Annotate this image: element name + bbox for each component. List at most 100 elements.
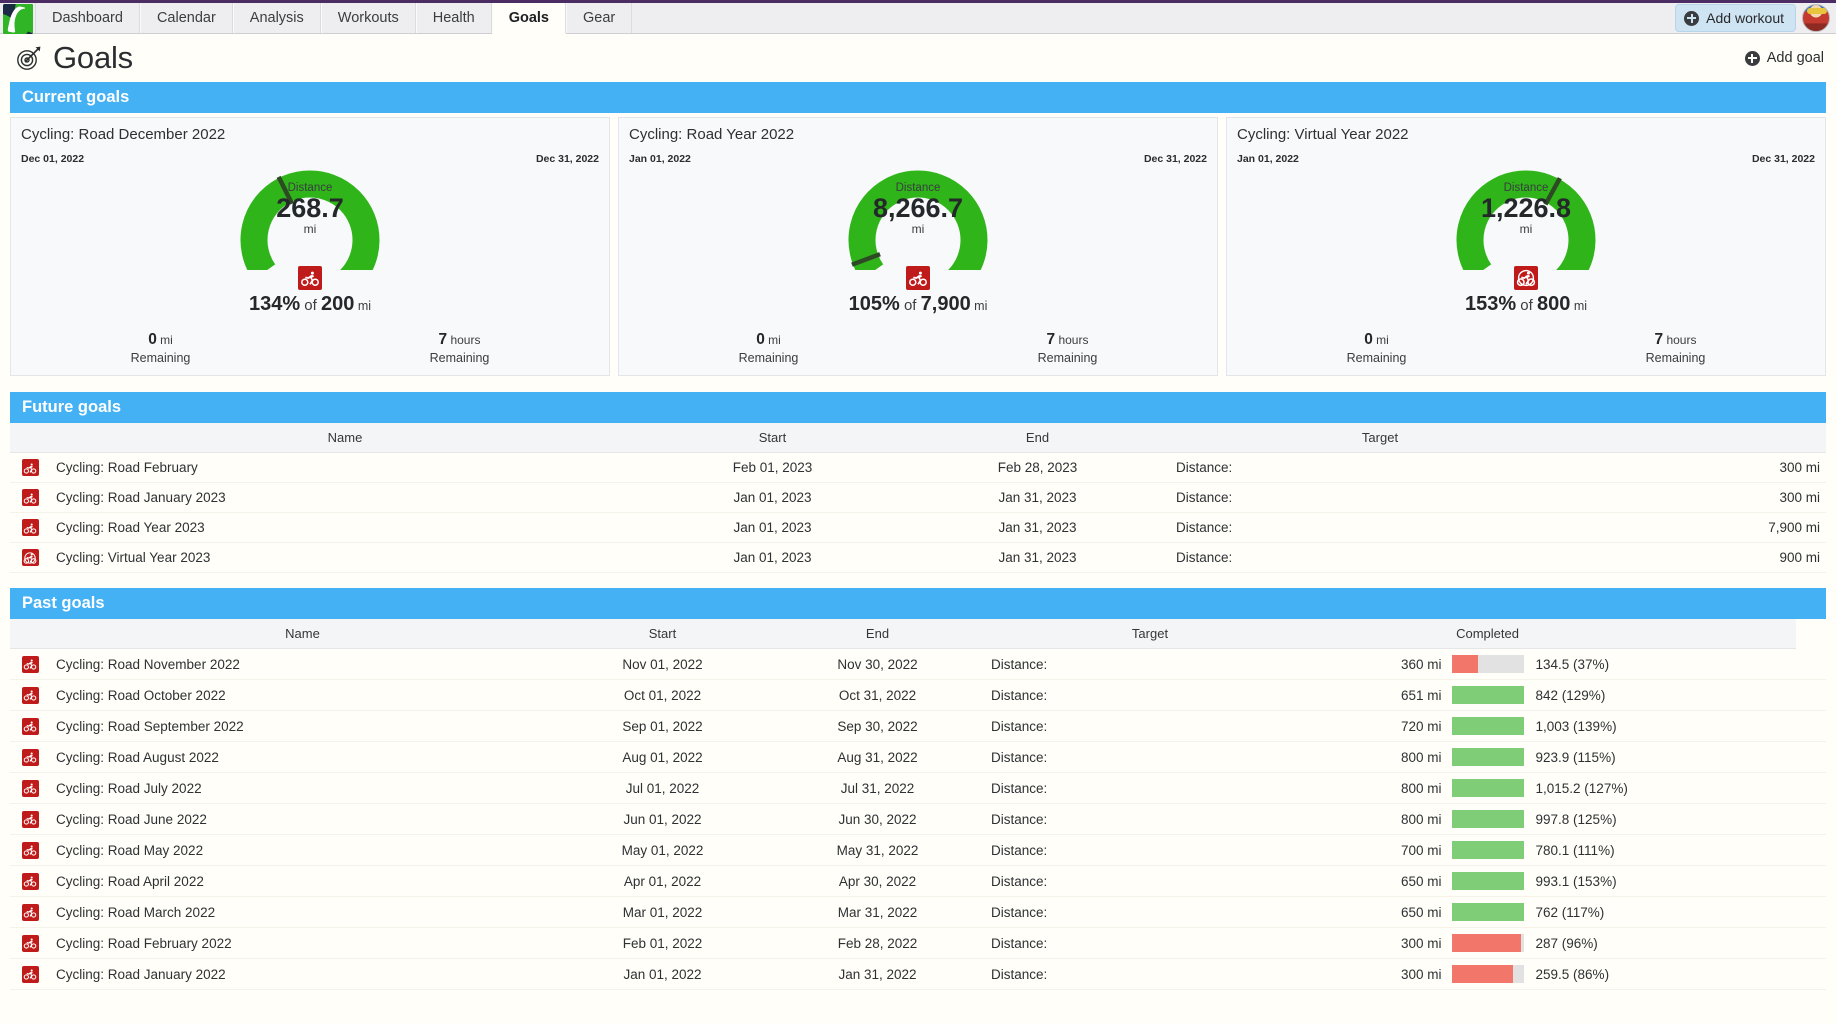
cycling-road-icon <box>21 934 39 952</box>
table-row[interactable]: Cycling: Road Year 2023 Jan 01, 2023 Jan 3… <box>10 512 1826 543</box>
table-row[interactable]: Cycling: Road June 2022 Jun 01, 2022 Jun 3… <box>10 803 1826 835</box>
tab-health[interactable]: Health <box>415 3 492 33</box>
goal-target-value: 300 mi <box>1315 958 1448 990</box>
tab-workouts[interactable]: Workouts <box>320 3 416 33</box>
current-goal-card[interactable]: Cycling: Virtual Year 2022 Jan 01, 2022 De… <box>1226 117 1826 376</box>
table-row[interactable]: Cycling: Virtual Year 2023 Jan 01, 2023 Ja… <box>10 542 1826 573</box>
row-spacer <box>1795 772 1826 804</box>
completion-result: 923.9 (115%) <box>1527 741 1796 773</box>
goal-target-value: 360 mi <box>1315 648 1448 680</box>
goal-target-value: 800 mi <box>1315 803 1448 835</box>
tab-analysis[interactable]: Analysis <box>232 3 321 33</box>
avatar[interactable] <box>1802 4 1830 32</box>
goal-end: Jan 31, 2023 <box>905 512 1170 543</box>
table-row[interactable]: Cycling: Road February Feb 01, 2023 Feb 28… <box>10 452 1826 483</box>
row-spacer <box>1795 710 1826 742</box>
goal-start: Mar 01, 2022 <box>555 896 770 928</box>
tab-label: Analysis <box>249 10 304 26</box>
add-workout-label: Add workout <box>1706 10 1784 26</box>
completion-progress-bar <box>1451 872 1524 890</box>
table-row[interactable]: Cycling: Road November 2022 Nov 01, 2022 N… <box>10 648 1826 680</box>
goal-start: Apr 01, 2022 <box>555 865 770 897</box>
goal-target-label: Distance: <box>1170 482 1590 513</box>
goal-name: Cycling: Road April 2022 <box>50 865 555 897</box>
top-navigation-bar: Dashboard Calendar Analysis Workouts Health G… <box>0 0 1836 34</box>
app-logo[interactable] <box>3 4 33 34</box>
page-title-group: Goals <box>16 40 133 76</box>
completion-progress-bar <box>1451 810 1524 828</box>
current-goal-card[interactable]: Cycling: Road December 2022 Dec 01, 2022 D… <box>10 117 610 376</box>
progress-fill <box>1451 717 1524 735</box>
remaining-time: 7 hours Remaining <box>918 331 1217 365</box>
table-row[interactable]: Cycling: Road February 2022 Feb 01, 2022 F… <box>10 927 1826 959</box>
goal-of-word: of <box>1516 297 1537 314</box>
completion-progress-bar <box>1451 686 1524 704</box>
future-goals-table: Name Start End Target Cycling: Road Februar… <box>10 423 1826 573</box>
table-row[interactable]: Cycling: Road April 2022 Apr 01, 2022 Apr … <box>10 865 1826 897</box>
row-spacer <box>1795 896 1826 928</box>
goal-name: Cycling: Road March 2022 <box>50 896 555 928</box>
remaining-time-value: 7 hours <box>1046 331 1089 348</box>
tab-dashboard[interactable]: Dashboard <box>35 3 140 33</box>
current-goals-cards: Cycling: Road December 2022 Dec 01, 2022 D… <box>10 117 1826 376</box>
add-goal-label: Add goal <box>1766 50 1824 66</box>
goal-target-value: 800 mi <box>1315 772 1448 804</box>
table-row[interactable]: Cycling: Road January 2023 Jan 01, 2023 Ja… <box>10 482 1826 513</box>
tab-goals[interactable]: Goals <box>491 3 566 34</box>
cycling-road-icon <box>21 686 39 704</box>
goal-of-word: of <box>899 297 921 314</box>
gauge-value: 268.7 <box>276 193 344 223</box>
current-goals-heading: Current goals <box>10 82 1826 113</box>
goal-target-unit: mi <box>354 299 372 313</box>
goal-target-label: Distance: <box>1170 512 1590 543</box>
table-row[interactable]: Cycling: Road January 2022 Jan 01, 2022 Ja… <box>10 958 1826 990</box>
column-header <box>1590 423 1826 453</box>
remaining-time-unit: hours <box>1055 333 1089 347</box>
gauge-unit: mi <box>1519 222 1533 237</box>
goal-target-value: 700 mi <box>1315 834 1448 866</box>
completion-result: 287 (96%) <box>1527 927 1796 959</box>
goal-name: Cycling: Road June 2022 <box>50 803 555 835</box>
future-goals-header-row: Name Start End Target <box>10 423 1826 453</box>
tab-gear[interactable]: Gear <box>565 3 633 33</box>
progress-fill <box>1451 779 1524 797</box>
row-spacer <box>1795 679 1826 711</box>
column-header: Completed <box>1447 619 1528 649</box>
add-workout-button[interactable]: Add workout <box>1675 4 1796 32</box>
row-spacer <box>1795 803 1826 835</box>
row-spacer <box>1795 865 1826 897</box>
gauge-value: 8,266.7 <box>872 193 964 223</box>
completion-result: 762 (117%) <box>1527 896 1796 928</box>
table-row[interactable]: Cycling: Road August 2022 Aug 01, 2022 Aug… <box>10 741 1826 773</box>
table-row[interactable]: Cycling: Road May 2022 May 01, 2022 May 31… <box>10 834 1826 866</box>
tab-label: Dashboard <box>52 10 123 26</box>
goal-start: Feb 01, 2022 <box>555 927 770 959</box>
goal-end: Jul 31, 2022 <box>770 772 985 804</box>
goal-end: Feb 28, 2022 <box>770 927 985 959</box>
goal-percent: 105% <box>848 293 900 315</box>
goal-name: Cycling: Road July 2022 <box>50 772 555 804</box>
goal-target-label: Distance: <box>985 896 1315 928</box>
goal-name: Cycling: Road January 2022 <box>50 958 555 990</box>
table-row[interactable]: Cycling: Road October 2022 Oct 01, 2022 Oc… <box>10 679 1826 711</box>
add-goal-button[interactable]: Add goal <box>1744 50 1824 66</box>
remaining-distance-value: 0 mi <box>756 331 781 348</box>
goal-target-label: Distance: <box>985 927 1315 959</box>
goal-target-label: Distance: <box>985 834 1315 866</box>
goal-start: Jun 01, 2022 <box>555 803 770 835</box>
tab-label: Calendar <box>156 10 216 26</box>
table-row[interactable]: Cycling: Road March 2022 Mar 01, 2022 Mar … <box>10 896 1826 928</box>
table-row[interactable]: Cycling: Road September 2022 Sep 01, 2022… <box>10 710 1826 742</box>
remaining-distance-value: 0 mi <box>1364 331 1389 348</box>
remaining-distance-unit: mi <box>156 333 173 347</box>
goal-start: Sep 01, 2022 <box>555 710 770 742</box>
goal-percent: 134% <box>248 293 301 315</box>
completion-result: 259.5 (86%) <box>1527 958 1796 990</box>
current-goal-card[interactable]: Cycling: Road Year 2022 Jan 01, 2022 Dec 3… <box>618 117 1218 376</box>
remaining-time-value: 7 hours <box>1654 331 1697 348</box>
remaining-time-label: Remaining <box>1037 351 1098 365</box>
goal-end: Jan 31, 2022 <box>770 958 985 990</box>
tab-calendar[interactable]: Calendar <box>139 3 233 33</box>
goal-target-value: 651 mi <box>1315 679 1448 711</box>
table-row[interactable]: Cycling: Road July 2022 Jul 01, 2022 Jul 3… <box>10 772 1826 804</box>
